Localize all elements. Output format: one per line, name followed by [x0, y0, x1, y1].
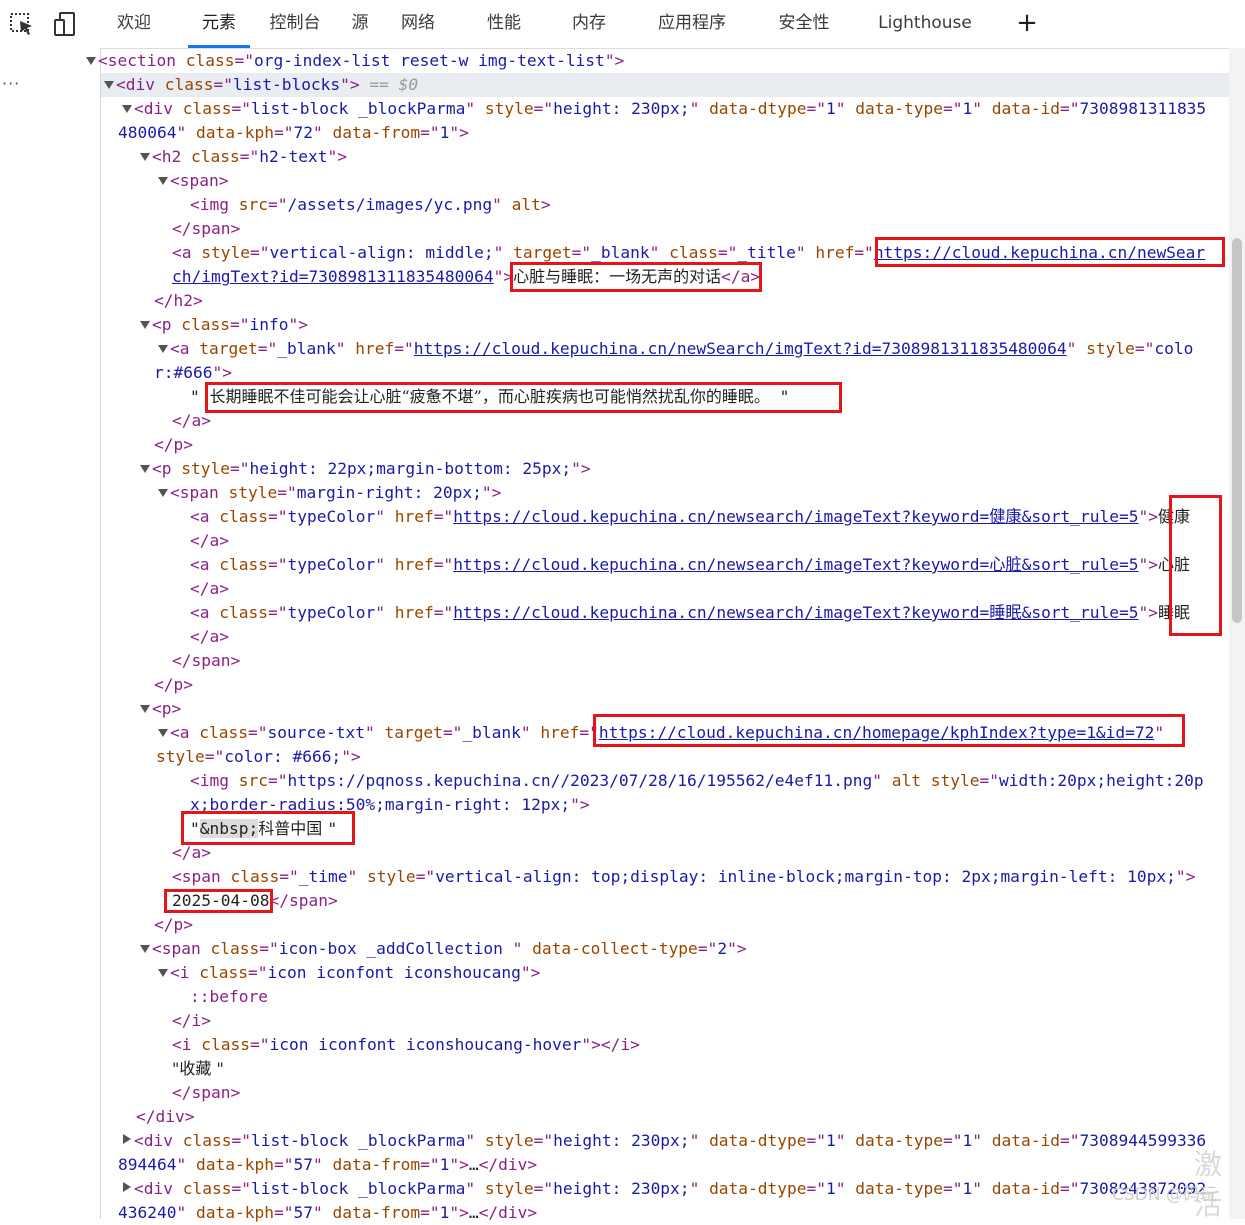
dom-line[interactable]: </span> [172, 649, 240, 673]
dom-line[interactable]: 480064" data-kph="72" data-from="1"> [118, 121, 469, 145]
collapse-arrow-icon[interactable] [140, 945, 150, 953]
collapse-arrow-icon[interactable] [140, 705, 150, 713]
tab-welcome[interactable]: 欢迎 [108, 0, 160, 47]
dom-line[interactable]: <p class="info"> [152, 313, 308, 337]
collapse-arrow-icon[interactable] [140, 465, 150, 473]
devtools-toolbar: 欢迎 元素 控制台 源 网络 性能 内存 应用程序 安全性 Lighthouse… [0, 0, 1245, 49]
vertical-scrollbar[interactable] [1229, 48, 1245, 1219]
dom-line[interactable]: <p> [152, 697, 181, 721]
dom-line[interactable]: <div class="list-block _blockParma" styl… [134, 1129, 1206, 1153]
collapse-arrow-icon[interactable] [140, 153, 150, 161]
dom-line[interactable]: </span> [172, 217, 240, 241]
csdn-watermark: CSDN @码玩 [1112, 1185, 1217, 1205]
annotation-box-date [164, 889, 273, 913]
dom-line[interactable]: <section class="org-index-list reset-w i… [98, 49, 624, 73]
dom-line[interactable]: <img src="/assets/images/yc.png" alt> [190, 193, 551, 217]
dom-line[interactable]: <h2 class="h2-text"> [152, 145, 347, 169]
collapse-arrow-icon[interactable] [158, 729, 168, 737]
add-tab-button[interactable]: + [1014, 8, 1040, 38]
collapse-arrow-icon[interactable] [158, 345, 168, 353]
tab-sources[interactable]: 源 [345, 0, 375, 47]
dom-line[interactable]: <span class="_time" style="vertical-alig… [172, 865, 1195, 889]
dom-line[interactable]: <div class="list-block _blockParma" styl… [134, 1177, 1206, 1201]
collapse-arrow-icon[interactable] [158, 969, 168, 977]
inspect-element-icon[interactable] [8, 10, 36, 38]
dom-line[interactable]: <a class="typeColor" href="https://cloud… [190, 601, 1190, 625]
collapse-arrow-icon[interactable] [140, 321, 150, 329]
dom-line[interactable]: ::before [190, 985, 268, 1009]
elements-gutter [0, 48, 101, 1219]
dom-line[interactable]: 894464" data-kph="57" data-from="1">…</d… [118, 1153, 537, 1177]
dom-line[interactable]: <a class="typeColor" href="https://cloud… [190, 505, 1190, 529]
dom-line[interactable]: </a> [190, 529, 229, 553]
tab-memory[interactable]: 内存 [563, 0, 615, 47]
dom-line[interactable]: <div class="list-block _blockParma" styl… [134, 97, 1206, 121]
tab-lighthouse[interactable]: Lighthouse [874, 0, 976, 47]
collapse-arrow-icon[interactable] [158, 177, 168, 185]
tab-elements[interactable]: 元素 [188, 0, 250, 48]
dom-line[interactable]: </i> [172, 1009, 211, 1033]
dom-line[interactable]: </p> [154, 433, 193, 457]
annotation-box-source-name [181, 811, 355, 845]
dom-line[interactable]: <span class="icon-box _addCollection " d… [152, 937, 747, 961]
collapse-arrow-icon[interactable] [86, 57, 96, 65]
dom-line[interactable]: </div> [136, 1105, 194, 1129]
dom-line[interactable]: <span style="margin-right: 20px;"> [170, 481, 501, 505]
tab-application[interactable]: 应用程序 [652, 0, 732, 47]
collapse-arrow-icon[interactable] [122, 105, 132, 113]
tab-console[interactable]: 控制台 [262, 0, 328, 47]
dom-line[interactable]: </a> [190, 625, 229, 649]
device-toolbar-icon[interactable] [52, 10, 80, 38]
expand-arrow-icon[interactable] [123, 1182, 131, 1192]
dom-line[interactable]: <i class="icon iconfont iconshoucang-hov… [172, 1033, 640, 1057]
expand-arrow-icon[interactable] [123, 1134, 131, 1144]
dom-line[interactable]: </p> [154, 913, 193, 937]
dom-line-selected[interactable]: <div class="list-blocks"> == $0 [116, 73, 418, 97]
annotation-box-tags [1169, 495, 1222, 636]
dom-line[interactable]: style="color: #666;"> [156, 745, 361, 769]
node-actions-ellipsis[interactable]: ··· [2, 72, 20, 96]
dom-line[interactable]: </a> [190, 577, 229, 601]
annotation-box-summary [205, 382, 842, 413]
dom-line[interactable]: <p style="height: 22px;margin-bottom: 25… [152, 457, 591, 481]
annotation-box-title-link [875, 237, 1225, 267]
dom-line[interactable]: <span> [170, 169, 228, 193]
annotation-box-source-link [593, 714, 1185, 747]
dom-line[interactable]: </p> [154, 673, 193, 697]
dom-line[interactable]: </h2> [154, 289, 203, 313]
dom-line[interactable]: <a class="typeColor" href="https://cloud… [190, 553, 1190, 577]
dom-line[interactable]: "收藏 " [172, 1057, 224, 1081]
dom-line[interactable]: <a target="_blank" href="https://cloud.k… [170, 337, 1193, 361]
scrollbar-thumb[interactable] [1232, 238, 1242, 623]
dom-line[interactable]: 436240" data-kph="57" data-from="1">…</d… [118, 1201, 537, 1225]
collapse-arrow-icon[interactable] [158, 489, 168, 497]
dom-line[interactable]: <i class="icon iconfont iconshoucang"> [170, 961, 540, 985]
tab-performance[interactable]: 性能 [479, 0, 529, 47]
dom-line[interactable]: <img src="https://pqnoss.kepuchina.cn//2… [190, 769, 1204, 793]
tab-security[interactable]: 安全性 [772, 0, 836, 47]
annotation-box-title-text [510, 262, 762, 292]
collapse-arrow-icon[interactable] [104, 81, 114, 89]
tab-network[interactable]: 网络 [393, 0, 443, 47]
dom-line[interactable]: </span> [172, 1081, 240, 1105]
